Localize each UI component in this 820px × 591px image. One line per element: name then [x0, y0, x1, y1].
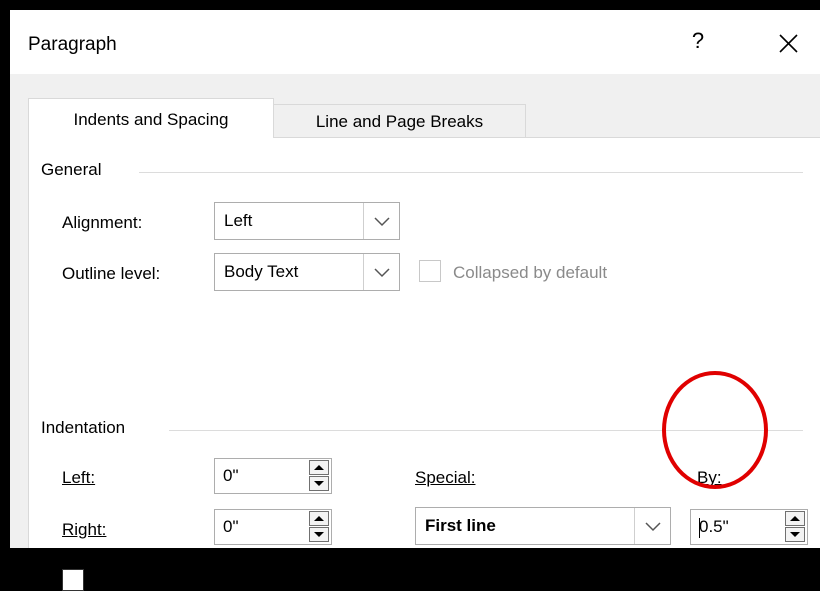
spin-down-button[interactable]	[785, 527, 805, 542]
by-value: 0.5"	[699, 517, 729, 536]
alignment-select[interactable]: Left	[214, 202, 400, 240]
by-label: By:	[697, 468, 722, 487]
alignment-value: Left	[224, 211, 253, 230]
chevron-down-icon[interactable]	[634, 508, 670, 544]
tab-indents-and-spacing[interactable]: Indents and Spacing	[28, 98, 274, 138]
collapsed-by-default-checkbox[interactable]	[419, 260, 441, 282]
right-indent-label: Right:	[62, 520, 107, 539]
special-select[interactable]: First line	[415, 507, 671, 545]
paragraph-dialog: Paragraph ? Line and Page Breaks Indents…	[10, 10, 820, 591]
outline-level-label: Outline level:	[62, 264, 161, 283]
right-indent-value: 0"	[223, 517, 239, 536]
group-label-indentation: Indentation	[41, 418, 134, 438]
by-spinner[interactable]: 0.5"	[690, 509, 808, 545]
close-icon	[779, 34, 798, 53]
tab-label: Indents and Spacing	[73, 110, 229, 129]
chevron-down-icon[interactable]	[363, 254, 399, 290]
right-indent-spinner[interactable]: 0"	[214, 509, 332, 545]
special-value: First line	[425, 516, 496, 535]
tab-label: Line and Page Breaks	[315, 112, 484, 131]
spin-up-button[interactable]	[785, 511, 805, 526]
group-label-general: General	[41, 160, 110, 180]
tab-line-and-page-breaks[interactable]: Line and Page Breaks	[274, 104, 526, 138]
left-indent-label: Left:	[62, 468, 96, 487]
title-bar: Paragraph ?	[10, 10, 820, 74]
mirror-indents-label: Mirror indents	[95, 571, 199, 590]
group-divider	[139, 172, 803, 173]
chevron-down-icon[interactable]	[363, 203, 399, 239]
spin-up-button[interactable]	[309, 460, 329, 475]
mirror-indents-checkbox[interactable]	[62, 569, 84, 591]
special-label: Special:	[415, 468, 476, 487]
left-indent-value: 0"	[223, 466, 239, 485]
outline-level-value: Body Text	[224, 262, 299, 281]
collapsed-by-default-label: Collapsed by default	[453, 263, 608, 282]
outline-level-select[interactable]: Body Text	[214, 253, 400, 291]
close-button[interactable]	[775, 30, 803, 58]
dialog-title: Paragraph	[28, 34, 117, 55]
group-divider	[169, 430, 803, 431]
tabs-area: Line and Page Breaks Indents and Spacing…	[10, 74, 820, 591]
spin-down-button[interactable]	[309, 476, 329, 491]
spin-up-button[interactable]	[309, 511, 329, 526]
left-indent-spinner[interactable]: 0"	[214, 458, 332, 494]
alignment-label: Alignment:	[62, 213, 143, 232]
help-button[interactable]: ?	[686, 28, 710, 54]
spin-down-button[interactable]	[309, 527, 329, 542]
tab-panel: General Alignment: Left Outline level: B…	[28, 137, 820, 591]
